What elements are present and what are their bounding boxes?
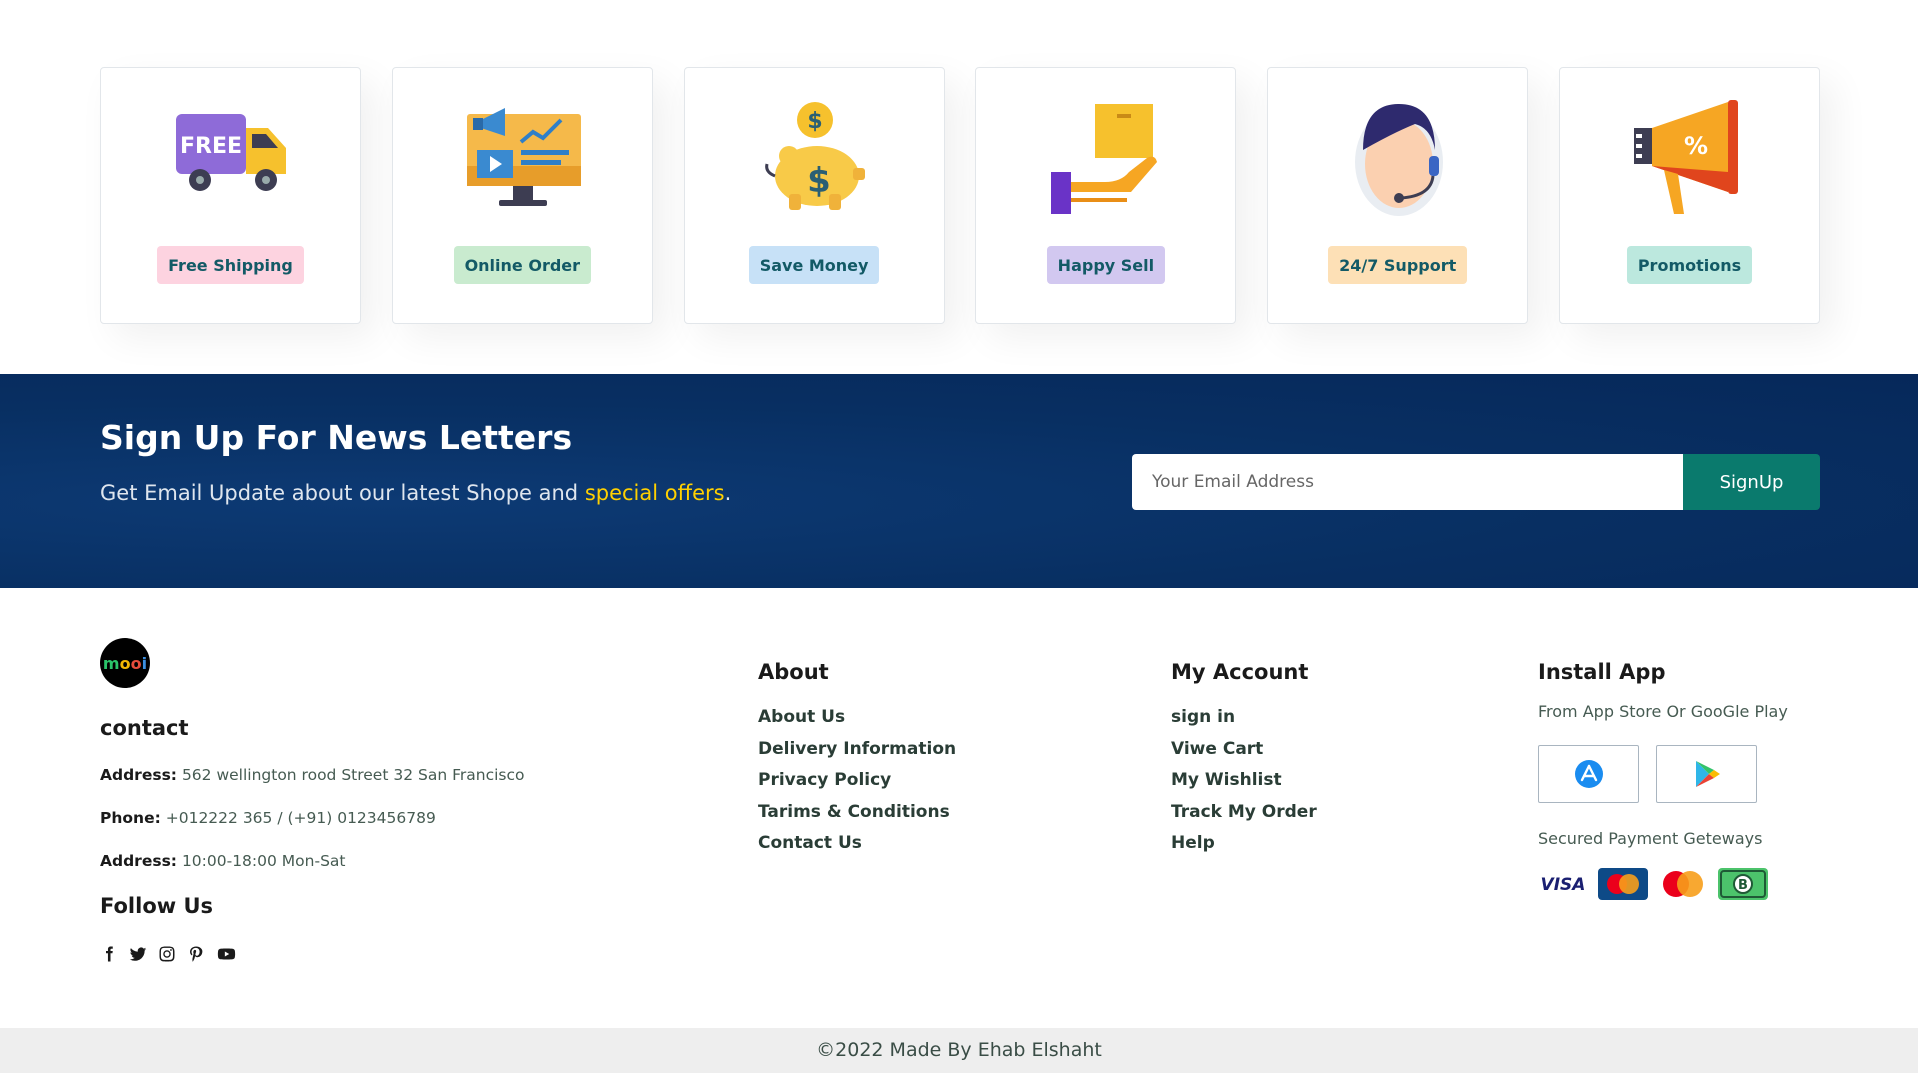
feature-card-support: 24/7 Support xyxy=(1267,67,1529,324)
about-column: About About Us Delivery Information Priv… xyxy=(758,660,956,860)
visa-icon: VISA xyxy=(1538,868,1588,900)
feature-card-promotions: % Promotions xyxy=(1558,67,1820,324)
feature-card-online-order: Online Order xyxy=(391,67,653,324)
piggy-bank-icon: $ $ xyxy=(765,102,866,210)
view-cart-link[interactable]: Viwe Cart xyxy=(1171,734,1317,766)
newsletter-subtitle: Get Email Update about our latest Shope … xyxy=(100,481,731,505)
online-order-monitor-icon xyxy=(467,108,582,206)
megaphone-icon: % xyxy=(1634,100,1739,214)
about-links: About Us Delivery Information Privacy Po… xyxy=(758,702,956,860)
phone-line: Phone: +012222 365 / (+91) 0123456789 xyxy=(100,809,436,827)
twitter-icon[interactable] xyxy=(129,945,147,963)
hand-package-icon xyxy=(1050,104,1157,214)
feature-badge-save-money: Save Money xyxy=(748,246,880,284)
signup-button[interactable]: SignUp xyxy=(1683,454,1820,510)
wishlist-link[interactable]: My Wishlist xyxy=(1171,765,1317,797)
phone-value: +012222 365 / (+91) 0123456789 xyxy=(165,809,436,827)
special-offers-link[interactable]: special offers xyxy=(585,481,725,505)
contact-heading: contact xyxy=(100,716,189,740)
sign-in-link[interactable]: sign in xyxy=(1171,702,1317,734)
feature-badge-promotions: Promotions xyxy=(1626,246,1753,284)
svg-text:FREE: FREE xyxy=(179,134,241,159)
features-row: FREE Free Shipping Online Order $ $ Save… xyxy=(100,67,1820,324)
instagram-icon[interactable] xyxy=(158,945,176,963)
copyright-bar: ©2022 Made By Ehab Elshaht xyxy=(0,1028,1918,1073)
facebook-icon[interactable] xyxy=(100,945,118,963)
logo-letter: m xyxy=(102,653,120,673)
install-app-heading: Install App xyxy=(1538,660,1666,684)
svg-text:$: $ xyxy=(807,109,822,134)
install-app-subtitle: From App Store Or GooGle Play xyxy=(1538,702,1788,721)
track-order-link[interactable]: Track My Order xyxy=(1171,797,1317,829)
newsletter-form: SignUp xyxy=(1132,454,1820,510)
newsletter-section: Sign Up For News Letters Get Email Updat… xyxy=(0,374,1918,588)
newsletter-title: Sign Up For News Letters xyxy=(100,418,573,457)
store-buttons xyxy=(1538,745,1788,803)
support-agent-icon xyxy=(1354,104,1443,216)
feature-card-happy-sell: Happy Sell xyxy=(975,67,1237,324)
phone-label: Phone: xyxy=(100,809,161,827)
hours-line: Address: 10:00-18:00 Mon-Sat xyxy=(100,852,345,870)
app-store-icon xyxy=(1574,760,1603,788)
mastercard-alt-icon xyxy=(1658,868,1708,900)
terms-conditions-link[interactable]: Tarims & Conditions xyxy=(758,797,956,829)
payment-methods: VISA B xyxy=(1538,868,1788,900)
feature-card-save-money: $ $ Save Money xyxy=(683,67,945,324)
free-shipping-truck-icon: FREE xyxy=(175,114,286,191)
social-links xyxy=(100,945,237,963)
logo-letter: o xyxy=(130,653,142,673)
feature-card-free-shipping: FREE Free Shipping xyxy=(100,67,361,324)
google-play-button[interactable] xyxy=(1656,745,1757,803)
feature-badge-support: 24/7 Support xyxy=(1328,246,1468,284)
svg-text:B: B xyxy=(1738,878,1748,893)
mastercard-icon xyxy=(1598,868,1648,900)
footer: mooi contact Address: 562 wellington roo… xyxy=(0,588,1918,1028)
account-links: sign in Viwe Cart My Wishlist Track My O… xyxy=(1171,702,1317,860)
feature-badge-online-order: Online Order xyxy=(453,246,592,284)
mooi-logo[interactable]: mooi xyxy=(100,638,150,688)
install-app-column: Install App From App Store Or GooGle Pla… xyxy=(1538,660,1788,900)
payment-label: Secured Payment Geteways xyxy=(1538,829,1763,848)
address-line: Address: 562 wellington rood Street 32 S… xyxy=(100,766,524,784)
about-heading: About xyxy=(758,660,829,684)
contact-us-link[interactable]: Contact Us xyxy=(758,828,956,860)
help-link[interactable]: Help xyxy=(1171,828,1317,860)
logo-letter: o xyxy=(119,653,131,673)
app-store-button[interactable] xyxy=(1538,745,1639,803)
feature-badge-happy-sell: Happy Sell xyxy=(1046,246,1166,284)
account-heading: My Account xyxy=(1171,660,1309,684)
google-play-icon xyxy=(1695,761,1720,787)
account-column: My Account sign in Viwe Cart My Wishlist… xyxy=(1171,660,1317,860)
privacy-policy-link[interactable]: Privacy Policy xyxy=(758,765,956,797)
newsletter-subtitle-text: Get Email Update about our latest Shope … xyxy=(100,481,585,505)
delivery-information-link[interactable]: Delivery Information xyxy=(758,734,956,766)
address-label: Address: xyxy=(100,766,177,784)
hours-label: Address: xyxy=(100,852,177,870)
newsletter-subtitle-end: . xyxy=(724,481,732,505)
feature-badge-free-shipping: Free Shipping xyxy=(157,246,304,284)
svg-text:%: % xyxy=(1684,132,1708,160)
pinterest-icon[interactable] xyxy=(187,945,205,963)
email-input[interactable] xyxy=(1132,454,1683,510)
youtube-icon[interactable] xyxy=(216,945,237,963)
address-value: 562 wellington rood Street 32 San Franci… xyxy=(181,766,525,784)
svg-text:$: $ xyxy=(807,161,831,201)
hours-value: 10:00-18:00 Mon-Sat xyxy=(181,852,346,870)
logo-letter: i xyxy=(141,653,148,673)
follow-heading: Follow Us xyxy=(100,894,214,918)
bitcoin-icon: B xyxy=(1718,868,1768,900)
svg-text:VISA: VISA xyxy=(1541,875,1586,895)
about-us-link[interactable]: About Us xyxy=(758,702,956,734)
